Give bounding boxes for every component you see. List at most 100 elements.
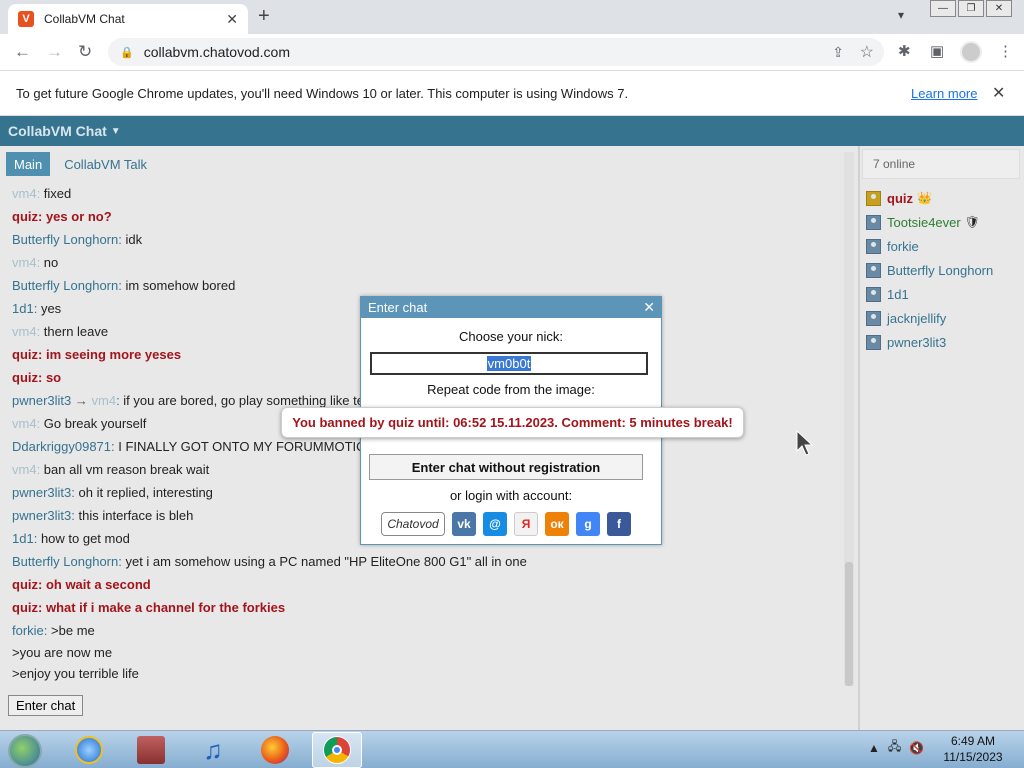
message-nick[interactable]: quiz	[12, 347, 38, 362]
user-name: jacknjellify	[887, 310, 947, 326]
tray-expand-icon[interactable]: ▲	[868, 741, 880, 755]
message-separator: :	[38, 600, 46, 615]
scrollbar-thumb[interactable]	[845, 562, 853, 686]
message-nick[interactable]: Butterfly Longhorn	[12, 232, 118, 247]
message-nick[interactable]: forkie	[12, 623, 44, 638]
message-nick[interactable]: pwner3lit3	[12, 393, 71, 408]
dialog-header: Enter chat ✕	[361, 297, 661, 318]
chevron-down-icon[interactable]: ▼	[111, 126, 121, 137]
user-avatar-icon	[866, 334, 881, 350]
message-separator: :	[71, 485, 79, 500]
bookmark-star-icon[interactable]: ☆	[860, 42, 874, 62]
message-nick[interactable]: vm4	[12, 255, 37, 270]
start-button-icon[interactable]	[8, 734, 42, 768]
user-avatar-icon	[866, 286, 881, 302]
message-nick[interactable]: quiz	[12, 209, 38, 224]
message-text: oh wait a second	[45, 577, 151, 592]
user-list-item[interactable]: Tootsie4ever 🛡	[866, 210, 993, 234]
message-separator: :	[38, 370, 46, 385]
message-nick[interactable]: vm4	[12, 324, 37, 339]
tab-main[interactable]: Main	[6, 152, 51, 176]
firefox-icon[interactable]	[250, 732, 300, 768]
message-separator: :	[43, 623, 52, 638]
itunes-icon[interactable]: ♫	[188, 732, 238, 768]
message-nick[interactable]: pwner3lit3	[12, 508, 71, 523]
odnoklassniki-login-icon[interactable]: ок	[545, 512, 569, 536]
message-text: if you are bored, go play something like…	[123, 393, 364, 408]
message-nick[interactable]: vm4	[12, 416, 37, 431]
back-icon[interactable]: ←	[14, 42, 31, 62]
message-nick[interactable]: vm4	[12, 186, 37, 201]
menu-kebab-icon[interactable]: ⋮	[998, 42, 1013, 60]
extensions-icon[interactable]: ✱	[898, 42, 911, 60]
user-name: pwner3lit3	[887, 334, 947, 350]
message-scrollbar[interactable]	[844, 152, 854, 686]
taskbar: ♫ ▲ 🖧 🔇 6:49 AM 11/15/2023	[0, 730, 1024, 768]
window-close-icon[interactable]: ✕	[986, 0, 1012, 17]
message-separator: :	[71, 508, 79, 523]
facebook-login-icon[interactable]: f	[607, 512, 631, 536]
clock[interactable]: 6:49 AM 11/15/2023	[930, 733, 1016, 765]
address-bar[interactable]: 🔒 collabvm.chatovod.com ⇪ ☆	[108, 38, 884, 66]
user-list-item[interactable]: forkie	[866, 234, 993, 258]
side-panel-icon[interactable]: ▣	[930, 42, 944, 60]
message-row: vm4: no	[12, 251, 842, 274]
enter-without-registration-button[interactable]: Enter chat without registration	[369, 454, 643, 480]
favicon-icon: V	[18, 11, 34, 27]
new-tab-icon[interactable]: +	[258, 6, 270, 26]
message-recipient[interactable]: vm4	[92, 393, 117, 408]
message-separator: :	[38, 577, 46, 592]
minimize-icon[interactable]: —	[930, 0, 956, 17]
network-icon[interactable]: 🖧	[888, 737, 901, 758]
message-text: ban all vm reason break wait	[43, 462, 210, 477]
nick-input[interactable]: vm0b0t	[370, 352, 648, 375]
message-nick[interactable]: quiz	[12, 370, 38, 385]
reload-icon[interactable]: ↻	[78, 42, 92, 62]
message-nick[interactable]: 1d1	[12, 531, 34, 546]
tab-search-chevron-icon[interactable]: ▾	[898, 8, 904, 22]
share-icon[interactable]: ⇪	[832, 44, 844, 61]
forward-icon[interactable]: →	[46, 42, 63, 62]
user-list-item[interactable]: Butterfly Longhorn	[866, 258, 993, 282]
lock-icon[interactable]: 🔒	[120, 46, 134, 59]
message-text: fixed	[43, 186, 72, 201]
message-nick[interactable]: Butterfly Longhorn	[12, 278, 118, 293]
message-nick[interactable]: Butterfly Longhorn	[12, 554, 118, 569]
chat-title[interactable]: CollabVM Chat	[8, 123, 107, 139]
learn-more-link[interactable]: Learn more	[911, 86, 977, 101]
yandex-login-icon[interactable]: Я	[514, 512, 538, 536]
message-nick[interactable]: vm4	[12, 462, 37, 477]
chrome-icon[interactable]	[312, 732, 362, 768]
restore-icon[interactable]: ❐	[958, 0, 984, 17]
user-avatar-icon	[866, 310, 881, 326]
volume-muted-icon[interactable]: 🔇	[909, 741, 924, 755]
infobar-close-icon[interactable]: ✕	[992, 83, 1005, 103]
user-list-item[interactable]: 1d1	[866, 282, 993, 306]
browser-tab-bar: V CollabVM Chat ✕ + ▾ — ❐ ✕	[0, 0, 1024, 34]
user-list-item[interactable]: pwner3lit3	[866, 330, 993, 354]
message-nick[interactable]: Ddarkriggy09871	[12, 439, 111, 454]
explorer-icon[interactable]	[126, 732, 176, 768]
tab-close-icon[interactable]: ✕	[226, 11, 238, 28]
message-nick[interactable]: 1d1	[12, 301, 34, 316]
tab-collabvm-talk[interactable]: CollabVM Talk	[56, 152, 155, 176]
crown-icon: 👑	[917, 191, 932, 205]
chatovod-login-icon[interactable]: Chatovod	[381, 512, 445, 536]
dialog-close-icon[interactable]: ✕	[643, 299, 655, 316]
ie-icon[interactable]	[64, 732, 114, 768]
google-login-icon[interactable]: g	[576, 512, 600, 536]
user-list-item[interactable]: quiz 👑	[866, 186, 993, 210]
message-nick[interactable]: quiz	[12, 577, 38, 592]
enter-chat-button[interactable]: Enter chat	[8, 695, 84, 716]
vk-login-icon[interactable]: vk	[452, 512, 476, 536]
message-nick[interactable]: quiz	[12, 600, 38, 615]
profile-avatar[interactable]	[960, 41, 982, 63]
browser-tab[interactable]: V CollabVM Chat ✕	[8, 4, 248, 34]
message-nick[interactable]: pwner3lit3	[12, 485, 71, 500]
mailru-login-icon[interactable]: @	[483, 512, 507, 536]
user-name: forkie	[887, 238, 919, 254]
message-text: how to get mod	[40, 531, 130, 546]
tab-title: CollabVM Chat	[44, 12, 125, 26]
user-list-item[interactable]: jacknjellify	[866, 306, 993, 330]
message-continuation: >enjoy you terrible life	[12, 666, 139, 681]
